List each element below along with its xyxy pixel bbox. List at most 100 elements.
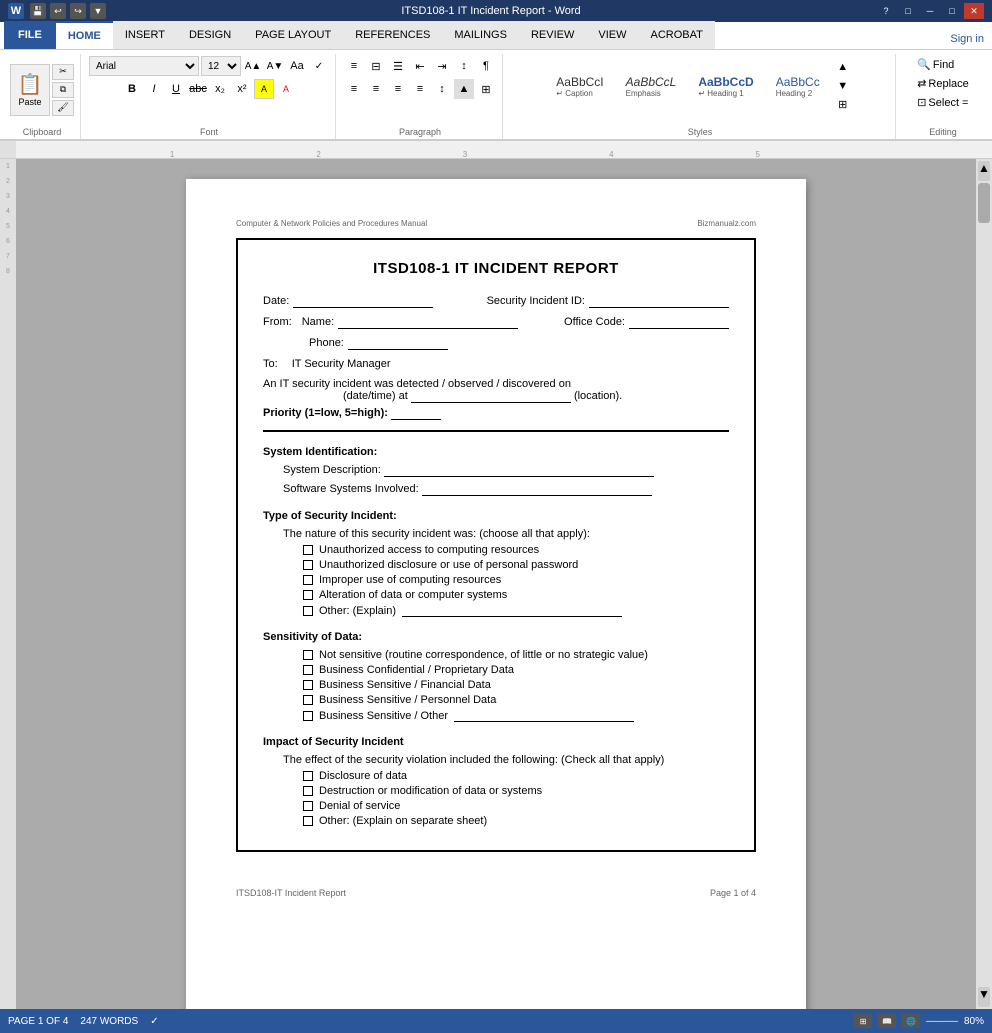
font-size-select[interactable]: 12 — [201, 56, 241, 76]
grow-font-btn[interactable]: A▲ — [243, 56, 263, 76]
proofing-icon[interactable]: ✓ — [150, 1016, 158, 1027]
office-code-field[interactable] — [629, 316, 729, 329]
subscript-btn[interactable]: x₂ — [210, 79, 230, 99]
multilevel-btn[interactable]: ☰ — [388, 56, 408, 76]
redo-icon[interactable]: ↪ — [70, 3, 86, 19]
style-heading2[interactable]: AaBbCc Heading 2 — [767, 72, 829, 101]
help-btn[interactable]: ? — [876, 3, 896, 19]
style-caption[interactable]: AaBbCcI ↵ Caption — [547, 72, 612, 101]
replace-button[interactable]: ⇄ Replace — [913, 75, 973, 92]
tab-mailings[interactable]: MAILINGS — [442, 21, 519, 49]
justify-btn[interactable]: ≡ — [410, 79, 430, 99]
tab-design[interactable]: DESIGN — [177, 21, 243, 49]
name-field[interactable] — [338, 316, 518, 329]
web-layout-btn[interactable]: 🌐 — [902, 1014, 920, 1028]
tab-file[interactable]: FILE — [4, 21, 56, 49]
style-heading1[interactable]: AaBbCcD ↵ Heading 1 — [689, 72, 762, 101]
font-color-btn[interactable]: A — [276, 79, 296, 99]
format-painter-button[interactable]: 🖌 — [52, 100, 74, 116]
scroll-thumb[interactable] — [978, 183, 990, 223]
shading-btn[interactable]: ▲ — [454, 79, 474, 99]
select-button[interactable]: ⊡ Select = — [913, 94, 972, 111]
right-scrollbar[interactable]: ▲ ▼ — [976, 159, 992, 1009]
find-button[interactable]: 🔍 Find — [913, 56, 958, 73]
save-icon[interactable]: 💾 — [30, 3, 46, 19]
styles-scroll-down[interactable]: ▼ — [833, 77, 853, 96]
change-case-btn[interactable]: Aa — [287, 56, 307, 76]
decrease-indent-btn[interactable]: ⇤ — [410, 56, 430, 76]
other-type-field[interactable] — [402, 604, 622, 617]
priority-field[interactable] — [391, 407, 441, 420]
styles-scroll-up[interactable]: ▲ — [833, 58, 853, 77]
checkbox-alteration-box[interactable] — [303, 590, 313, 600]
align-center-btn[interactable]: ≡ — [366, 79, 386, 99]
scroll-up-btn[interactable]: ▲ — [978, 161, 990, 181]
tab-references[interactable]: REFERENCES — [343, 21, 442, 49]
checkbox-business-confidential-box[interactable] — [303, 665, 313, 675]
checkbox-business-personnel-box[interactable] — [303, 695, 313, 705]
italic-btn[interactable]: I — [144, 79, 164, 99]
scroll-area[interactable]: Computer & Network Policies and Procedur… — [16, 159, 976, 1009]
sort-btn[interactable]: ↕ — [454, 56, 474, 76]
read-mode-btn[interactable]: 📖 — [878, 1014, 896, 1028]
numbering-btn[interactable]: ⊟ — [366, 56, 386, 76]
tab-page-layout[interactable]: PAGE LAYOUT — [243, 21, 343, 49]
checkbox-other-type-box[interactable] — [303, 606, 313, 616]
undo-icon[interactable]: ↩ — [50, 3, 66, 19]
styles-content: AaBbCcI ↵ Caption AaBbCcL Emphasis AaBbC… — [547, 56, 852, 116]
underline-btn[interactable]: U — [166, 79, 186, 99]
shrink-font-btn[interactable]: A▼ — [265, 56, 285, 76]
checkbox-destruction-box[interactable] — [303, 786, 313, 796]
checkbox-not-sensitive-box[interactable] — [303, 650, 313, 660]
paste-button[interactable]: 📋 Paste — [10, 64, 50, 116]
minimize-btn[interactable]: ─ — [920, 3, 940, 19]
checkbox-other-impact-box[interactable] — [303, 816, 313, 826]
cut-button[interactable]: ✂ — [52, 64, 74, 80]
checkbox-improper-use-box[interactable] — [303, 575, 313, 585]
line-spacing-btn[interactable]: ↕ — [432, 79, 452, 99]
tab-review[interactable]: REVIEW — [519, 21, 586, 49]
ribbon-display-btn[interactable]: □ — [898, 3, 918, 19]
increase-indent-btn[interactable]: ⇥ — [432, 56, 452, 76]
maximize-btn[interactable]: □ — [942, 3, 962, 19]
checkbox-denial-box[interactable] — [303, 801, 313, 811]
align-left-btn[interactable]: ≡ — [344, 79, 364, 99]
style-emphasis[interactable]: AaBbCcL Emphasis — [617, 72, 686, 101]
customize-icon[interactable]: ▼ — [90, 3, 106, 19]
tab-view[interactable]: VIEW — [586, 21, 638, 49]
software-row: Software Systems Involved: — [283, 483, 729, 496]
bullets-btn[interactable]: ≡ — [344, 56, 364, 76]
checkbox-business-financial-box[interactable] — [303, 680, 313, 690]
print-layout-btn[interactable]: ⊞ — [854, 1014, 872, 1028]
checkbox-business-other-box[interactable] — [303, 711, 313, 721]
font-name-select[interactable]: Arial — [89, 56, 199, 76]
scroll-down-btn[interactable]: ▼ — [978, 987, 990, 1007]
date-field[interactable] — [293, 295, 433, 308]
styles-expand[interactable]: ⊞ — [833, 95, 853, 114]
zoom-slider[interactable]: ───── — [926, 1016, 958, 1026]
checkbox-unauthorized-access-box[interactable] — [303, 545, 313, 555]
tab-insert[interactable]: INSERT — [113, 21, 177, 49]
text-highlight-btn[interactable]: A — [254, 79, 274, 99]
strikethrough-btn[interactable]: abc — [188, 79, 208, 99]
copy-button[interactable]: ⧉ — [52, 82, 74, 98]
tab-home[interactable]: HOME — [56, 21, 113, 49]
clear-format-btn[interactable]: ✓ — [309, 56, 329, 76]
system-desc-field[interactable] — [384, 464, 654, 477]
business-other-field[interactable] — [454, 709, 634, 722]
word-app-icon[interactable]: W — [8, 3, 24, 19]
software-field[interactable] — [422, 483, 652, 496]
show-formatting-btn[interactable]: ¶ — [476, 56, 496, 76]
superscript-btn[interactable]: x² — [232, 79, 252, 99]
align-right-btn[interactable]: ≡ — [388, 79, 408, 99]
borders-btn[interactable]: ⊞ — [476, 79, 496, 99]
tab-acrobat[interactable]: ACROBAT — [638, 21, 714, 49]
sign-in-link[interactable]: Sign in — [942, 29, 992, 49]
phone-field[interactable] — [348, 337, 448, 350]
close-btn[interactable]: ✕ — [964, 3, 984, 19]
checkbox-unauthorized-disclosure-box[interactable] — [303, 560, 313, 570]
security-id-field[interactable] — [589, 295, 729, 308]
datetime-field[interactable] — [411, 390, 571, 403]
checkbox-disclosure-box[interactable] — [303, 771, 313, 781]
bold-btn[interactable]: B — [122, 79, 142, 99]
